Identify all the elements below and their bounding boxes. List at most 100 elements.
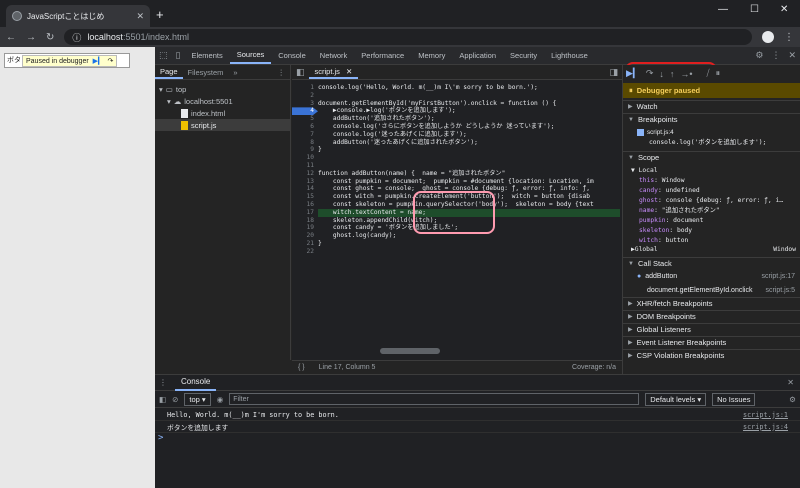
scope-variable[interactable]: this: Window	[623, 176, 800, 185]
new-tab-button[interactable]: +	[156, 8, 164, 21]
section-global-listeners[interactable]: ▶ Global Listeners	[623, 323, 800, 335]
forward-icon[interactable]: →	[26, 32, 36, 43]
code-line[interactable]: addButton('追加されたボタン');	[318, 115, 620, 123]
tab-elements[interactable]: Elements	[184, 47, 229, 64]
step-out-icon[interactable]: ↑	[670, 69, 675, 79]
device-toolbar-icon[interactable]: ▯	[172, 47, 185, 64]
checkbox-icon[interactable]	[637, 129, 644, 136]
code-line[interactable]: }	[318, 146, 620, 154]
scope-local[interactable]: ▼ Local	[623, 166, 800, 175]
close-icon[interactable]: ✕	[136, 11, 144, 22]
line-gutter[interactable]: 1 2 3 4 5 6 7 8 9 10 11 12 13 14 15 16 17 18 19 20 21 22	[292, 84, 318, 256]
code-line[interactable]	[318, 154, 620, 162]
deactivate-breakpoints-icon[interactable]: ⧸	[707, 68, 710, 79]
devtools-close-icon[interactable]: ✕	[784, 47, 800, 64]
line-number[interactable]: 15	[292, 193, 318, 201]
code-line[interactable]: console.log('さらにボタンを追加しようか どうしようか 迷っています…	[318, 123, 620, 131]
drawer-tab-console[interactable]: Console	[175, 375, 217, 391]
code-line[interactable]: console.log('Hello, World. m(__)m I\'m s…	[318, 84, 620, 92]
line-number[interactable]: 11	[292, 162, 318, 170]
code-line[interactable]	[318, 162, 620, 170]
line-number[interactable]: 17	[292, 209, 318, 217]
tab-lighthouse[interactable]: Lighthouse	[544, 47, 595, 64]
resume-icon[interactable]: ▶▎	[626, 68, 640, 79]
toggle-navigator-icon[interactable]: ◧	[292, 65, 309, 79]
code-line[interactable]: }	[318, 240, 620, 248]
line-number[interactable]: 7	[292, 131, 318, 139]
line-number[interactable]: 9	[292, 146, 318, 154]
clear-console-icon[interactable]: ⊘	[172, 395, 178, 404]
more-tabs-icon[interactable]: »	[228, 65, 242, 79]
section-call-stack[interactable]: ▼ Call Stack	[623, 257, 800, 269]
line-number[interactable]: 4	[292, 107, 318, 116]
line-number[interactable]: 14	[292, 185, 318, 193]
line-number[interactable]: 10	[292, 154, 318, 162]
log-levels-selector[interactable]: Default levels ▾	[645, 392, 707, 406]
line-number[interactable]: 18	[292, 217, 318, 225]
info-icon[interactable]: ⓘ	[72, 31, 81, 44]
tab-console[interactable]: Console	[271, 47, 313, 64]
editor-tab-script[interactable]: script.js ✕	[308, 65, 359, 79]
console-filter-input[interactable]: Filter	[229, 393, 640, 405]
call-frame[interactable]: ● addButton script.js:17	[623, 270, 800, 282]
drawer-close-icon[interactable]: ✕	[787, 378, 800, 387]
tree-file-script[interactable]: script.js	[155, 119, 290, 131]
step-over-icon[interactable]: ↷	[646, 68, 654, 79]
browser-tab[interactable]: JavaScriptことはじめ ✕	[6, 5, 150, 27]
more-icon[interactable]: ⋮	[784, 32, 794, 43]
inspect-icon[interactable]: ⬚	[155, 47, 172, 64]
code-line[interactable]	[318, 92, 620, 100]
line-number[interactable]: 8	[292, 139, 318, 147]
line-number[interactable]: 1	[292, 84, 318, 92]
minimize-icon[interactable]: —	[718, 4, 728, 15]
line-number[interactable]: 16	[292, 201, 318, 209]
line-number[interactable]: 22	[292, 248, 318, 256]
step-over-icon[interactable]: ↷	[107, 57, 113, 65]
settings-icon[interactable]: ⚙	[751, 47, 767, 64]
scope-variable[interactable]: pumpkin: document	[623, 216, 800, 225]
message-source-link[interactable]: script.js:4	[743, 423, 788, 431]
line-number[interactable]: 13	[292, 178, 318, 186]
code-line[interactable]: const pumpkin = document; pumpkin = #doc…	[318, 178, 620, 186]
line-number[interactable]: 19	[292, 224, 318, 232]
section-xhr-breakpoints[interactable]: ▶ XHR/fetch Breakpoints	[623, 297, 800, 309]
devtools-more-icon[interactable]: ⋮	[767, 47, 784, 64]
tree-top[interactable]: ▾ ▭ top	[155, 83, 290, 95]
tab-network[interactable]: Network	[313, 47, 355, 64]
eye-icon[interactable]: ◉	[217, 395, 224, 404]
line-number[interactable]: 2	[292, 92, 318, 100]
console-settings-icon[interactable]: ⚙	[789, 395, 796, 404]
section-csp-breakpoints[interactable]: ▶ CSP Violation Breakpoints	[623, 349, 800, 361]
code-line[interactable]: function addButton(name) { name = "追加された…	[318, 170, 620, 178]
tab-filesystem[interactable]: Filesystem	[183, 65, 229, 79]
tree-file-index[interactable]: index.html	[155, 107, 290, 119]
message-source-link[interactable]: script.js:1	[743, 411, 788, 419]
window-close-icon[interactable]: ✕	[780, 4, 788, 15]
code-line[interactable]: addButton('迷ったあげくに追加されたボタン');	[318, 139, 620, 147]
section-watch[interactable]: ▶ Watch	[623, 100, 800, 112]
tab-memory[interactable]: Memory	[411, 47, 452, 64]
tab-sources[interactable]: Sources	[229, 47, 272, 64]
format-icon[interactable]: { }	[298, 364, 305, 371]
tree-origin[interactable]: ▾ ☁ localhost:5501	[155, 95, 290, 107]
line-number[interactable]: 21	[292, 240, 318, 248]
resume-icon[interactable]: ▶▎	[93, 57, 104, 65]
scope-variable[interactable]: ghost: console {debug: ƒ, error: ƒ, i…	[623, 196, 800, 205]
breakpoint-item[interactable]: script.js:4	[623, 128, 800, 137]
tab-application[interactable]: Application	[452, 47, 503, 64]
console-prompt[interactable]: >	[158, 433, 163, 443]
call-frame[interactable]: document.getElementById.onclick script.js…	[623, 284, 800, 296]
maximize-icon[interactable]: ☐	[750, 4, 759, 15]
scope-global[interactable]: ▶ Global Window	[623, 245, 800, 254]
section-dom-breakpoints[interactable]: ▶ DOM Breakpoints	[623, 310, 800, 322]
back-icon[interactable]: ←	[6, 32, 16, 43]
scope-variable[interactable]: candy: undefined	[623, 186, 800, 195]
navigator-menu-icon[interactable]: ⋮	[273, 65, 291, 79]
toggle-debugger-icon[interactable]: ◨	[605, 65, 622, 79]
avatar[interactable]	[762, 31, 774, 43]
tab-page[interactable]: Page	[155, 65, 183, 79]
reload-icon[interactable]: ↻	[46, 32, 54, 43]
close-icon[interactable]: ✕	[346, 67, 352, 76]
sidebar-toggle-icon[interactable]: ◧	[159, 395, 166, 404]
horizontal-scrollbar[interactable]	[380, 348, 440, 354]
